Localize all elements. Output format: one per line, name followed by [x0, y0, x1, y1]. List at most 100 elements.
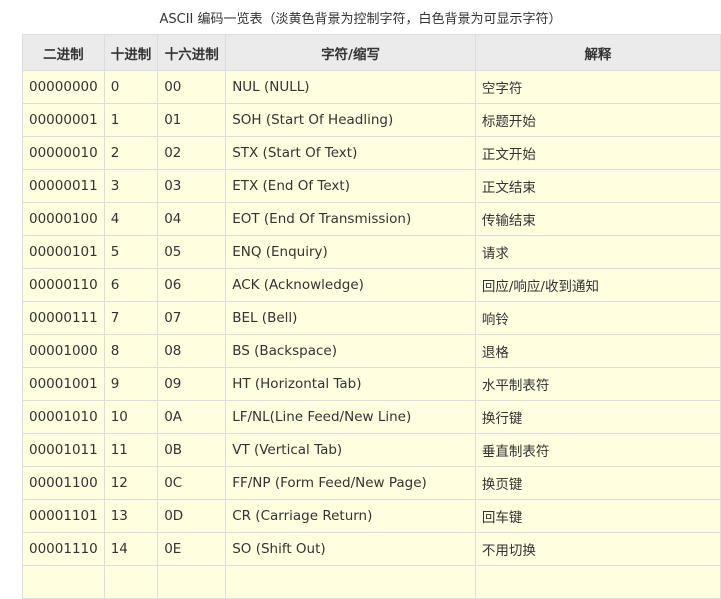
hex-cell: 09	[157, 367, 227, 401]
header-hex: 十六进制	[157, 34, 227, 71]
table-row: 00001000 8 08 BS (Backspace) 退格	[22, 334, 721, 368]
header-explanation: 解释	[474, 34, 721, 71]
hex-cell: 06	[157, 268, 227, 302]
decimal-cell	[103, 565, 159, 599]
binary-cell: 00000000	[22, 70, 105, 104]
explanation-cell: 回应/响应/收到通知	[474, 268, 721, 302]
hex-cell: 07	[157, 301, 227, 335]
binary-cell: 00001001	[22, 367, 105, 401]
table-header-row: 二进制 十进制 十六进制 字符/缩写 解释	[22, 34, 721, 71]
decimal-cell: 3	[103, 169, 159, 203]
char-abbr-cell: ACK (Acknowledge)	[225, 268, 476, 302]
table-row: 00000000 0 00 NUL (NULL) 空字符	[22, 70, 721, 104]
explanation-cell: 水平制表符	[474, 367, 721, 401]
header-binary: 二进制	[22, 34, 105, 71]
char-abbr-cell: CR (Carriage Return)	[225, 499, 476, 533]
table-row: 00001001 9 09 HT (Horizontal Tab) 水平制表符	[22, 367, 721, 401]
decimal-cell: 9	[103, 367, 159, 401]
explanation-cell: 请求	[474, 235, 721, 269]
binary-cell: 00000001	[22, 103, 105, 137]
binary-cell: 00001100	[22, 466, 105, 500]
binary-cell: 00000010	[22, 136, 105, 170]
decimal-cell: 0	[103, 70, 159, 104]
char-abbr-cell: SO (Shift Out)	[225, 532, 476, 566]
char-abbr-cell	[225, 565, 476, 599]
explanation-cell: 换页键	[474, 466, 721, 500]
table-row: 00000100 4 04 EOT (End Of Transmission) 传输结束	[22, 202, 721, 236]
table-row: 00000101 5 05 ENQ (Enquiry) 请求	[22, 235, 721, 269]
char-abbr-cell: HT (Horizontal Tab)	[225, 367, 476, 401]
decimal-cell: 14	[103, 532, 159, 566]
binary-cell: 00001101	[22, 499, 105, 533]
hex-cell	[157, 565, 227, 599]
hex-cell: 08	[157, 334, 227, 368]
table-body: 00000000 0 00 NUL (NULL) 空字符 00000001 1 01 SOH (…	[22, 70, 721, 599]
explanation-cell: 不用切换	[474, 532, 721, 566]
binary-cell: 00000011	[22, 169, 105, 203]
char-abbr-cell: VT (Vertical Tab)	[225, 433, 476, 467]
header-decimal: 十进制	[103, 34, 159, 71]
header-char-abbr: 字符/缩写	[225, 34, 476, 71]
char-abbr-cell: LF/NL(Line Feed/New Line)	[225, 400, 476, 434]
table-row: 00000010 2 02 STX (Start Of Text) 正文开始	[22, 136, 721, 170]
table-row: 00000001 1 01 SOH (Start Of Headling) 标题开始	[22, 103, 721, 137]
binary-cell: 00000101	[22, 235, 105, 269]
table-row: 00000111 7 07 BEL (Bell) 响铃	[22, 301, 721, 335]
decimal-cell: 11	[103, 433, 159, 467]
decimal-cell: 8	[103, 334, 159, 368]
decimal-cell: 12	[103, 466, 159, 500]
hex-cell: 0A	[157, 400, 227, 434]
char-abbr-cell: BS (Backspace)	[225, 334, 476, 368]
decimal-cell: 4	[103, 202, 159, 236]
table-row: 00001011 11 0B VT (Vertical Tab) 垂直制表符	[22, 433, 721, 467]
table-row: 00000110 6 06 ACK (Acknowledge) 回应/响应/收到通知	[22, 268, 721, 302]
decimal-cell: 7	[103, 301, 159, 335]
decimal-cell: 5	[103, 235, 159, 269]
decimal-cell: 10	[103, 400, 159, 434]
binary-cell: 00001110	[22, 532, 105, 566]
table-row: 00000011 3 03 ETX (End Of Text) 正文结束	[22, 169, 721, 203]
char-abbr-cell: ETX (End Of Text)	[225, 169, 476, 203]
hex-cell: 0E	[157, 532, 227, 566]
hex-cell: 02	[157, 136, 227, 170]
binary-cell: 00001011	[22, 433, 105, 467]
explanation-cell: 正文开始	[474, 136, 721, 170]
table-row: 00001101 13 0D CR (Carriage Return) 回车键	[22, 499, 721, 533]
explanation-cell: 换行键	[474, 400, 721, 434]
explanation-cell: 标题开始	[474, 103, 721, 137]
decimal-cell: 13	[103, 499, 159, 533]
decimal-cell: 1	[103, 103, 159, 137]
table-row: 00001010 10 0A LF/NL(Line Feed/New Line) 换行键	[22, 400, 721, 434]
decimal-cell: 2	[103, 136, 159, 170]
explanation-cell	[474, 565, 721, 599]
hex-cell: 0D	[157, 499, 227, 533]
explanation-cell: 正文结束	[474, 169, 721, 203]
char-abbr-cell: ENQ (Enquiry)	[225, 235, 476, 269]
explanation-cell: 空字符	[474, 70, 721, 104]
binary-cell: 00000100	[22, 202, 105, 236]
explanation-cell: 回车键	[474, 499, 721, 533]
hex-cell: 03	[157, 169, 227, 203]
char-abbr-cell: BEL (Bell)	[225, 301, 476, 335]
explanation-cell: 响铃	[474, 301, 721, 335]
hex-cell: 0B	[157, 433, 227, 467]
binary-cell: 00001000	[22, 334, 105, 368]
char-abbr-cell: STX (Start Of Text)	[225, 136, 476, 170]
char-abbr-cell: NUL (NULL)	[225, 70, 476, 104]
explanation-cell: 退格	[474, 334, 721, 368]
table-row: 00001100 12 0C FF/NP (Form Feed/New Page) 换页…	[22, 466, 721, 500]
hex-cell: 04	[157, 202, 227, 236]
binary-cell	[22, 565, 105, 599]
hex-cell: 00	[157, 70, 227, 104]
ascii-table: 二进制 十进制 十六进制 字符/缩写 解释 00000000 0 00 NUL (NU…	[22, 34, 721, 599]
table-row	[22, 565, 721, 599]
explanation-cell: 传输结束	[474, 202, 721, 236]
char-abbr-cell: EOT (End Of Transmission)	[225, 202, 476, 236]
char-abbr-cell: FF/NP (Form Feed/New Page)	[225, 466, 476, 500]
char-abbr-cell: SOH (Start Of Headling)	[225, 103, 476, 137]
hex-cell: 01	[157, 103, 227, 137]
binary-cell: 00001010	[22, 400, 105, 434]
hex-cell: 0C	[157, 466, 227, 500]
table-row: 00001110 14 0E SO (Shift Out) 不用切换	[22, 532, 721, 566]
hex-cell: 05	[157, 235, 227, 269]
